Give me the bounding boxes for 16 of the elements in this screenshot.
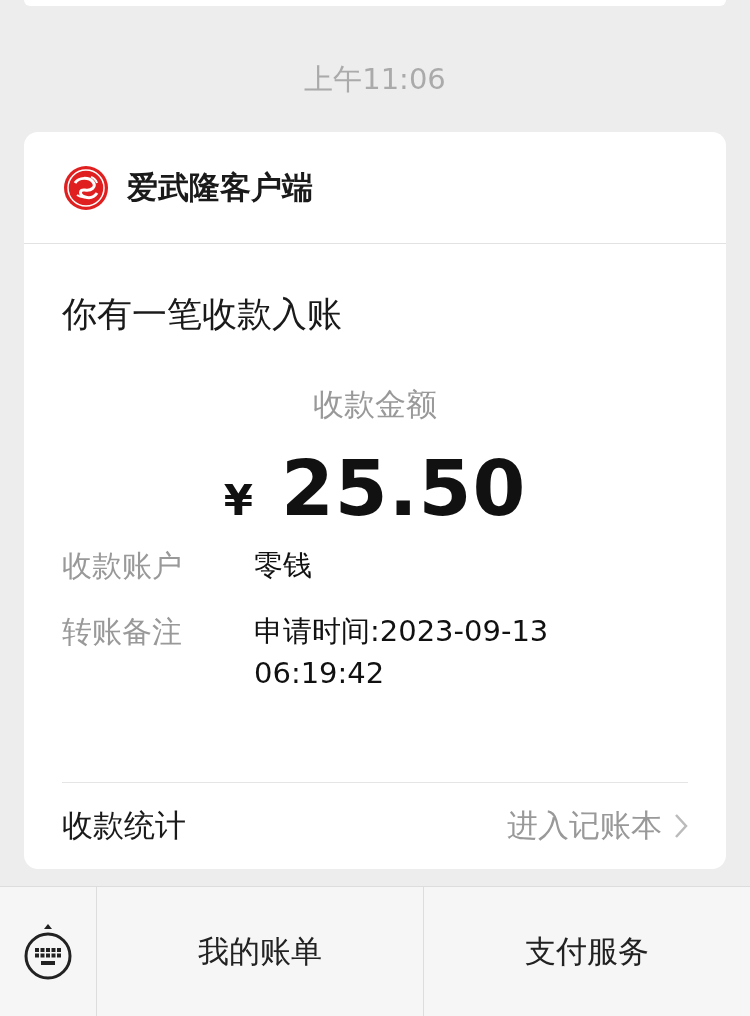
menu-button[interactable]: 支付服务 [424,887,750,1016]
currency-symbol: ¥ [223,476,253,525]
detail-label: 转账备注 [62,613,183,651]
detail-value: 申请时间:2023-09-13 06:19:42 [254,613,550,692]
detail-value: 零钱 [254,547,313,584]
stats-label: 收款统计 [62,806,186,845]
message-time: 上午11:06 [304,62,446,96]
logo-icon [63,164,109,211]
amount-label: 收款金额 [313,385,437,424]
menu-button[interactable]: 我的账单 [97,887,424,1016]
amount-value: 25.50 [280,444,527,533]
app-name: 爱武隆客户端 [127,167,313,207]
chevron-right-icon [674,813,688,839]
detail-label: 收款账户 [62,547,183,585]
message-title: 你有一笔收款入账 [62,293,343,336]
keyboard-icon[interactable] [23,923,73,980]
